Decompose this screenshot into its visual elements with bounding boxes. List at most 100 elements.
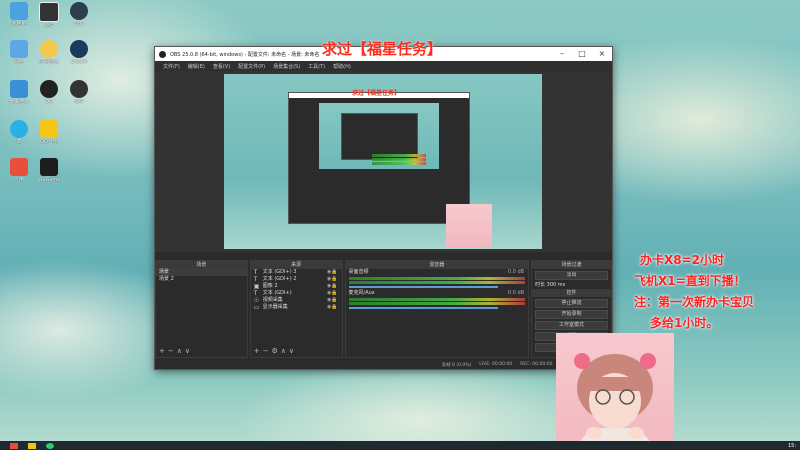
promo-line: 办卡X8=2小时 (640, 253, 725, 267)
taskbar: 15: (0, 441, 800, 450)
close-icon[interactable]: × (592, 47, 612, 61)
visibility-lock-icon[interactable]: ◉🔒 (327, 269, 338, 276)
desktop-icon[interactable]: 应用 (4, 158, 34, 183)
source-item[interactable]: ▭ 显示器采集 ◉🔒 (251, 304, 342, 311)
menu-tools[interactable]: 工具(T) (308, 63, 325, 70)
start-icon[interactable] (10, 442, 18, 449)
volume-slider[interactable] (348, 307, 499, 309)
desktop-icon[interactable]: QQ (34, 80, 64, 105)
desktop-icon[interactable]: 网络 (4, 40, 34, 65)
desktop-icon[interactable]: WeGame (34, 158, 64, 183)
visibility-lock-icon[interactable]: ◉🔒 (327, 283, 338, 290)
system-clock: 15: (787, 442, 796, 449)
text-source-icon: T (253, 269, 258, 276)
scenes-dock: 场景 场景 场景 2 +−∧∨ (155, 260, 248, 358)
nested-obs-window (288, 92, 470, 224)
desktop-icon-label: 应用 (13, 177, 24, 183)
desktop-icon[interactable]: QQ音乐 (34, 120, 64, 145)
qq-icon (40, 80, 58, 98)
menu-view[interactable]: 查看(V) (213, 63, 230, 70)
desktop-icon-label: 网络 (13, 59, 24, 65)
nested-webcam (446, 204, 492, 248)
desktop-icon-label: IE (16, 139, 22, 145)
desktop-icon[interactable]: 软件 (64, 80, 94, 105)
menu-bar: 文件(F) 编辑(E) 查看(V) 配置文件(P) 场景集合(S) 工具(T) … (155, 61, 612, 71)
menu-scene-collection[interactable]: 场景集合(S) (273, 63, 300, 70)
stop-streaming-button[interactable]: 停止推流 (535, 299, 608, 308)
desktop-icon[interactable]: Steam (64, 40, 94, 65)
sources-dock: 来源 T 文本 (GDI+) 3 ◉🔒 T 文本 (GDI+) 2 ◉🔒 ▣ 图像 2 ◉🔒… (249, 260, 343, 358)
scene-item[interactable]: 场景 (156, 269, 247, 276)
browser-icon[interactable] (46, 442, 54, 449)
nested-mixer (369, 153, 429, 193)
visibility-lock-icon[interactable]: ◉🔒 (327, 297, 338, 304)
minimize-icon[interactable]: – (552, 47, 572, 61)
text-source-icon: T (253, 290, 258, 297)
transition-select[interactable]: 淡出 (535, 271, 608, 280)
promo-line: 多给1小时。 (650, 316, 719, 330)
preview-canvas[interactable]: 求过【福星任务】 (224, 74, 542, 249)
mixer-dock: 混音器 桌面音频 0.0 dB 麦克风/Aux 0.0 dB (344, 260, 530, 358)
source-item[interactable]: ☉ 视频采集 ◉🔒 (251, 297, 342, 304)
menu-edit[interactable]: 编辑(E) (188, 63, 205, 70)
scene-toolbar[interactable]: +−∧∨ (159, 347, 193, 355)
live-time: LIVE: 00:00:00 (479, 362, 513, 367)
webcam-feed (556, 333, 674, 450)
sources-header: 来源 (250, 261, 342, 269)
desktop-icon[interactable]: 宽带连接 (4, 80, 34, 105)
desktop-icon[interactable]: OBS (64, 2, 94, 27)
preview-area[interactable]: 求过【福星任务】 (155, 71, 612, 252)
transitions-header: 场景过渡 (532, 261, 611, 269)
obs-icon (70, 2, 88, 20)
desktop-icon-label: Steam (70, 59, 88, 65)
broadband-icon (10, 80, 28, 98)
visibility-lock-icon[interactable]: ◉🔒 (327, 290, 338, 297)
camera-source-icon: ☉ (253, 297, 260, 304)
image-source-icon: ▣ (253, 283, 260, 290)
visibility-lock-icon[interactable]: ◉🔒 (327, 304, 338, 311)
menu-file[interactable]: 文件(F) (163, 63, 180, 70)
obs-logo-icon (159, 50, 166, 58)
scene-item[interactable]: 场景 2 (156, 276, 247, 283)
controls-header: 控件 (532, 289, 611, 297)
desktop-icon[interactable]: 此电脑 (4, 2, 34, 27)
audio-meter (348, 298, 526, 301)
desktop-icon-label: QQ音乐 (40, 139, 58, 145)
streamer-portrait (574, 353, 656, 450)
volume-slider[interactable] (348, 286, 499, 288)
studio-mode-button[interactable]: 工作室模式 (535, 321, 608, 330)
promo-line: 注：第一次新办卡宝贝 (634, 295, 755, 309)
transition-duration[interactable]: 时长 300 ms (532, 282, 611, 289)
stream-banner: 求过【福星任务】 (322, 40, 443, 58)
maximize-icon[interactable]: □ (572, 47, 592, 61)
source-item[interactable]: T 文本 (GDI+) ◉🔒 (251, 290, 342, 297)
explorer-icon[interactable] (28, 442, 36, 449)
status-bar: 丢帧 0 (0.0%) LIVE: 00:00:00 REC: 00:00:00… (155, 360, 612, 369)
promo-line: 飞机X1=直到下播！ (634, 274, 746, 288)
source-item[interactable]: T 文本 (GDI+) 2 ◉🔒 (251, 276, 342, 283)
visibility-lock-icon[interactable]: ◉🔒 (327, 276, 338, 283)
desktop-icon-label: 软件 (73, 99, 84, 105)
source-toolbar[interactable]: +−⚙∧∨ (254, 347, 297, 355)
desktop-icon-label: OBS (73, 21, 85, 27)
control-panel-icon (40, 40, 58, 58)
desktop-icon[interactable]: 控制面板 (34, 40, 64, 65)
computer-icon (10, 2, 28, 20)
desktop-icon[interactable]: IE (4, 120, 34, 145)
start-recording-button[interactable]: 开始录制 (535, 310, 608, 319)
app-icon (10, 158, 28, 176)
audio-meter (348, 281, 526, 284)
dock-panels: 场景 场景 场景 2 +−∧∨ 来源 T 文本 (GDI+) 3 ◉🔒 T 文本 (G… (155, 260, 612, 358)
desktop-icon[interactable]: 软件 (34, 2, 64, 29)
menu-help[interactable]: 帮助(H) (333, 63, 351, 70)
audio-meter (348, 302, 526, 305)
desktop-icon-label: QQ (45, 99, 53, 105)
mixer-channel: 麦克风/Aux 0.0 dB (348, 290, 525, 296)
text-source-icon: T (253, 276, 258, 283)
app-icon (70, 80, 88, 98)
dropped-frames: 丢帧 0 (0.0%) (441, 362, 472, 368)
menu-profile[interactable]: 配置文件(P) (238, 63, 265, 70)
promo-text: 办卡X8=2小时 飞机X1=直到下播！ 注：第一次新办卡宝贝 多给1小时。 (634, 250, 754, 334)
source-item[interactable]: T 文本 (GDI+) 3 ◉🔒 (251, 269, 342, 276)
source-item[interactable]: ▣ 图像 2 ◉🔒 (251, 283, 342, 290)
